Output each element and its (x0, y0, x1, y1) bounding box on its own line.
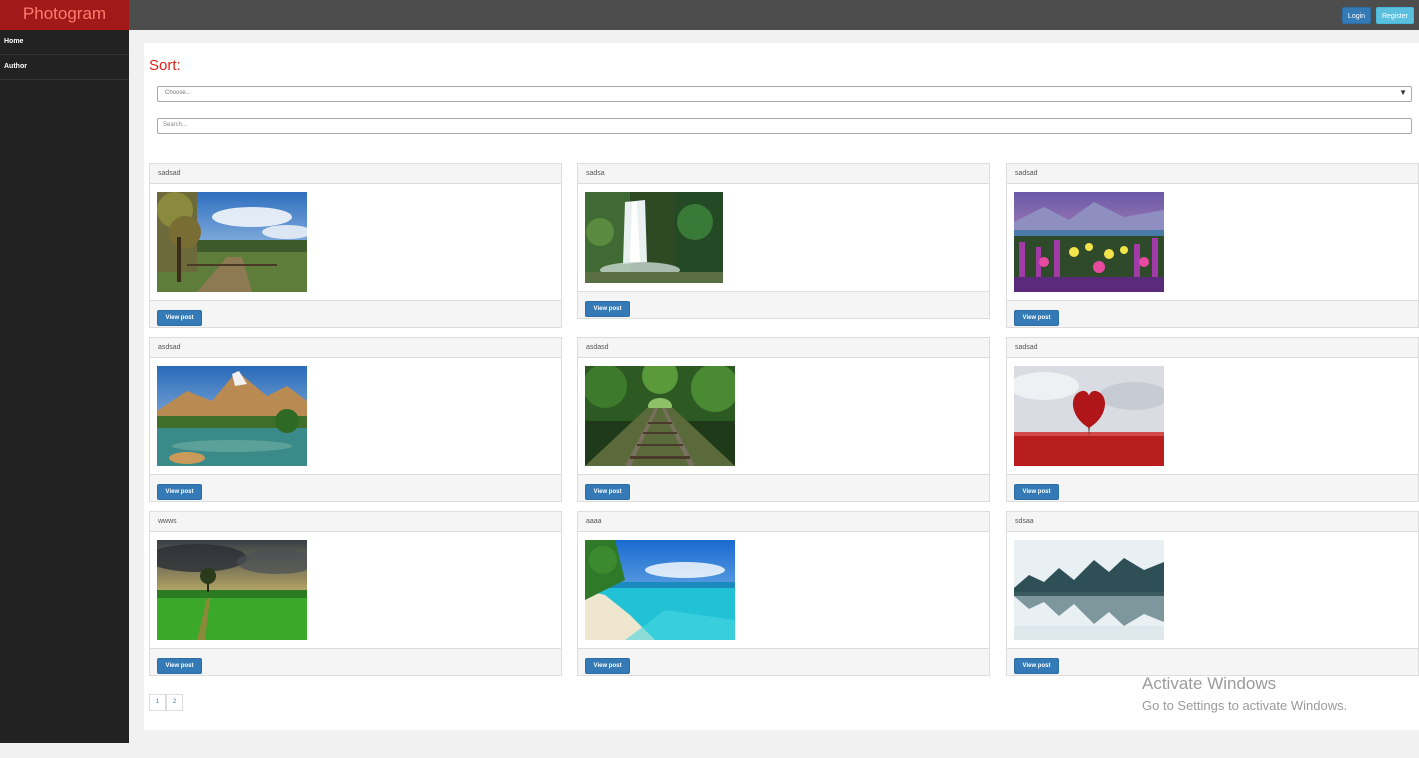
post-card: asdasd View post (577, 337, 990, 502)
post-card-title: asdsad (150, 338, 561, 358)
view-post-button[interactable]: View post (1014, 658, 1059, 674)
windows-activation-subtitle: Go to Settings to activate Windows. (1142, 698, 1348, 713)
top-navbar: Photogram Login Register (0, 0, 1419, 30)
page-bottom (129, 743, 1419, 758)
view-post-button[interactable]: View post (585, 484, 630, 500)
post-card: asdsad View post (149, 337, 562, 502)
post-card: aaaa View post (577, 511, 990, 676)
post-card-title: asdasd (578, 338, 989, 358)
sidebar: Home Author (0, 30, 129, 743)
post-image-waterfall (585, 192, 723, 283)
search-placeholder: Search... (163, 122, 188, 128)
post-image-heart-tree (1014, 366, 1164, 466)
post-card-title: wwws (150, 512, 561, 532)
login-button[interactable]: Login (1342, 7, 1371, 24)
brand-logo[interactable]: Photogram (0, 0, 129, 30)
post-card: sdsaa View post (1006, 511, 1419, 676)
view-post-button[interactable]: View post (157, 484, 202, 500)
post-image-flower-meadow (1014, 192, 1164, 292)
post-image-green-field (157, 540, 307, 640)
post-image-trees-field (157, 192, 307, 292)
view-post-button[interactable]: View post (157, 658, 202, 674)
view-post-button[interactable]: View post (1014, 310, 1059, 326)
post-card-title: aaaa (578, 512, 989, 532)
sort-select-value: Choose... (165, 90, 191, 96)
post-card: sadsad View post (1006, 163, 1419, 328)
view-post-button[interactable]: View post (157, 310, 202, 326)
pagination-page-1[interactable]: 1 (149, 694, 166, 711)
post-image-mountain-lake (157, 366, 307, 466)
post-card: sadsad View post (1006, 337, 1419, 502)
post-image-railway-forest (585, 366, 735, 466)
post-image-beach (585, 540, 735, 640)
post-card-title: sadsad (150, 164, 561, 184)
post-card-title: sdsaa (1007, 512, 1418, 532)
post-image-reflection-mountains (1014, 540, 1164, 640)
sort-select[interactable]: Choose... ▼ (157, 86, 1412, 102)
view-post-button[interactable]: View post (585, 301, 630, 317)
sidebar-item-home[interactable]: Home (0, 30, 129, 55)
sidebar-item-author[interactable]: Author (0, 55, 129, 80)
sort-title: Sort: (149, 57, 181, 74)
view-post-button[interactable]: View post (1014, 484, 1059, 500)
windows-activation-title: Activate Windows (1142, 674, 1277, 693)
register-button[interactable]: Register (1376, 7, 1414, 24)
post-card-title: sadsad (1007, 338, 1418, 358)
post-card-title: sadsa (578, 164, 989, 184)
post-card: wwws View post (149, 511, 562, 676)
post-card-title: sadsad (1007, 164, 1418, 184)
view-post-button[interactable]: View post (585, 658, 630, 674)
caret-down-icon: ▼ (1399, 88, 1407, 97)
pagination-page-2[interactable]: 2 (166, 694, 183, 711)
post-card: sadsad View post (149, 163, 562, 328)
search-input[interactable]: Search... (157, 118, 1412, 134)
post-card: sadsa View post (577, 163, 990, 319)
